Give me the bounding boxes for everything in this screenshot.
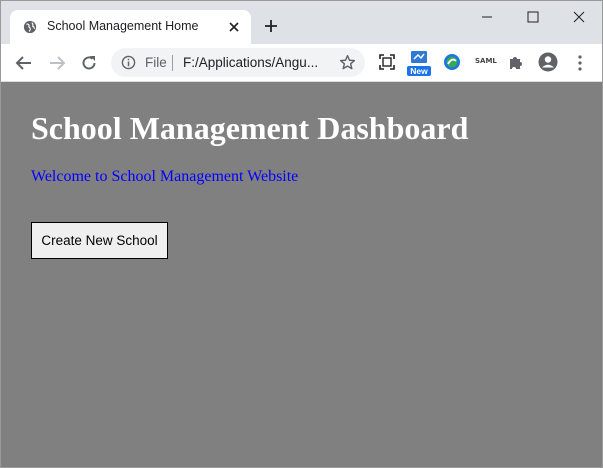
scheme-label: File: [145, 55, 167, 70]
url-text[interactable]: F:/Applications/Angu...: [183, 55, 328, 70]
screen-capture-icon[interactable]: [378, 53, 396, 71]
page-content: School Management Dashboard Welcome to S…: [1, 82, 602, 467]
address-bar[interactable]: File F:/Applications/Angu...: [111, 48, 365, 77]
info-icon[interactable]: [121, 55, 136, 70]
extension-new-badge: New: [407, 66, 431, 76]
tab-school-management-home[interactable]: School Management Home: [10, 10, 251, 44]
new-tab-plus-icon[interactable]: [263, 18, 279, 34]
maximize-icon[interactable]: [525, 9, 541, 25]
extensions-puzzle-icon[interactable]: [507, 53, 525, 71]
profile-avatar-icon[interactable]: [538, 52, 558, 72]
tab-strip: School Management Home: [1, 1, 602, 44]
page-title: School Management Dashboard: [31, 110, 469, 146]
close-window-icon[interactable]: [571, 9, 587, 25]
reload-icon[interactable]: [80, 54, 98, 72]
extension-new-icon[interactable]: [410, 49, 428, 67]
extension-circle-icon[interactable]: [443, 53, 461, 71]
back-arrow-icon[interactable]: [15, 54, 33, 72]
globe-icon: [23, 20, 37, 34]
bookmark-star-icon[interactable]: [339, 54, 356, 71]
minimize-icon[interactable]: [479, 9, 495, 25]
browser-toolbar: File F:/Applications/Angu...: [1, 44, 602, 82]
welcome-text: Welcome to School Management Website: [31, 168, 299, 185]
tab-title: School Management Home: [47, 19, 199, 33]
saml-extension-label[interactable]: SAML: [475, 57, 497, 65]
close-tab-icon[interactable]: [228, 21, 240, 33]
browser-window: School Management Home File F:/Applicati…: [0, 0, 603, 468]
more-menu-icon[interactable]: [571, 54, 589, 72]
address-separator: [172, 55, 173, 71]
forward-arrow-icon[interactable]: [48, 54, 66, 72]
create-new-school-button[interactable]: Create New School: [31, 222, 168, 259]
